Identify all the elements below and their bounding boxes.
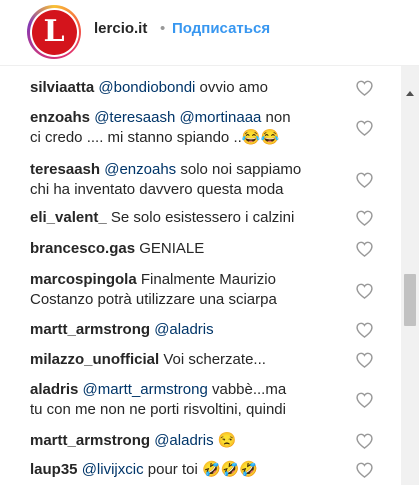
like-button[interactable] — [356, 120, 373, 136]
comment-username[interactable]: martt_armstrong — [30, 432, 150, 449]
comment-username[interactable]: eli_valent_ — [30, 209, 107, 226]
heart-outline-icon — [356, 210, 373, 226]
scroll-up-button[interactable] — [401, 84, 419, 102]
heart-outline-icon — [356, 241, 373, 257]
comment-username[interactable]: laup35 — [30, 461, 78, 478]
comment-text-line2: chi ha inventato davvero questa moda — [30, 181, 284, 198]
comment-username[interactable]: milazzo_unofficial — [30, 351, 159, 368]
lercio-logo: L — [31, 9, 77, 55]
like-button[interactable] — [356, 80, 373, 96]
comment-text: 😒 — [213, 432, 237, 449]
like-button[interactable] — [356, 172, 373, 188]
comment: martt_armstrong @aladris 😒 — [30, 431, 375, 451]
comment: milazzo_unofficial Voi scherzate... — [30, 350, 375, 370]
comment: brancesco.gas GENIALE — [30, 239, 375, 259]
comment: teresaash @enzoahs solo noi sappiamo chi… — [30, 160, 375, 200]
comment: eli_valent_ Se solo esistessero i calzin… — [30, 208, 375, 228]
comment-username[interactable]: martt_armstrong — [30, 321, 150, 338]
comment-mention[interactable]: @martt_armstrong — [83, 381, 208, 398]
heart-outline-icon — [356, 283, 373, 299]
separator-dot: • — [160, 20, 166, 37]
comment-text-line2: Costanzo potrà utilizzare una sciarpa — [30, 291, 277, 308]
comment-username[interactable]: enzoahs — [30, 109, 90, 126]
comment-text: Finalmente Maurizio — [136, 271, 276, 288]
comment-text: GENIALE — [135, 240, 205, 257]
comment-text-line2: tu con me non ne porti risvoltini, quind… — [30, 401, 286, 418]
like-button[interactable] — [356, 210, 373, 226]
comment-username[interactable]: silviaatta — [30, 79, 94, 96]
comment: enzoahs @teresaash @mortinaaa non ci cre… — [30, 108, 375, 148]
comment: aladris @martt_armstrong vabbè...ma tu c… — [30, 380, 375, 420]
comment: marcospingola Finalmente Maurizio Costan… — [30, 270, 375, 310]
triangle-up-icon — [406, 90, 414, 96]
comment-text: Se solo esistessero i calzini — [106, 209, 295, 226]
comment-text: vabbè...ma — [207, 381, 287, 398]
heart-outline-icon — [356, 172, 373, 188]
like-button[interactable] — [356, 241, 373, 257]
account-name-link[interactable]: lercio.it — [94, 20, 147, 37]
heart-outline-icon — [356, 462, 373, 478]
heart-outline-icon — [356, 352, 373, 368]
comment: martt_armstrong @aladris — [30, 320, 375, 340]
comment-text: non — [261, 109, 291, 126]
comment-mention[interactable]: @teresaash @mortinaaa — [94, 109, 261, 126]
comment-text: solo noi sappiamo — [176, 161, 302, 178]
comment-mention[interactable]: @bondiobondi — [98, 79, 195, 96]
profile-avatar[interactable]: L — [27, 5, 81, 59]
comment-text-line2: ci credo .... mi stanno spiando ..😂😂 — [30, 129, 280, 146]
like-button[interactable] — [356, 352, 373, 368]
comment-mention[interactable]: @enzoahs — [104, 161, 176, 178]
comment-text: pour toi 🤣🤣🤣 — [143, 461, 258, 478]
like-button[interactable] — [356, 462, 373, 478]
comment-text: ovvio amo — [195, 79, 268, 96]
comment: silviaatta @bondiobondi ovvio amo — [30, 78, 375, 98]
heart-outline-icon — [356, 80, 373, 96]
post-header: L lercio.it • Подписаться — [0, 0, 419, 66]
comment-username[interactable]: brancesco.gas — [30, 240, 135, 257]
comment-text: Voi scherzate... — [159, 351, 266, 368]
heart-outline-icon — [356, 433, 373, 449]
like-button[interactable] — [356, 283, 373, 299]
heart-outline-icon — [356, 120, 373, 136]
comment-mention[interactable]: @livijxcic — [82, 461, 144, 478]
comment-username[interactable]: aladris — [30, 381, 78, 398]
comment-mention[interactable]: @aladris — [154, 432, 213, 449]
like-button[interactable] — [356, 322, 373, 338]
like-button[interactable] — [356, 433, 373, 449]
comment-username[interactable]: marcospingola — [30, 271, 137, 288]
comment: laup35 @livijxcic pour toi 🤣🤣🤣 — [30, 460, 375, 480]
follow-button[interactable]: Подписаться — [172, 20, 270, 37]
heart-outline-icon — [356, 322, 373, 338]
like-button[interactable] — [356, 392, 373, 408]
scrollbar-thumb[interactable] — [404, 274, 416, 326]
heart-outline-icon — [356, 392, 373, 408]
comment-mention[interactable]: @aladris — [154, 321, 213, 338]
comment-username[interactable]: teresaash — [30, 161, 100, 178]
